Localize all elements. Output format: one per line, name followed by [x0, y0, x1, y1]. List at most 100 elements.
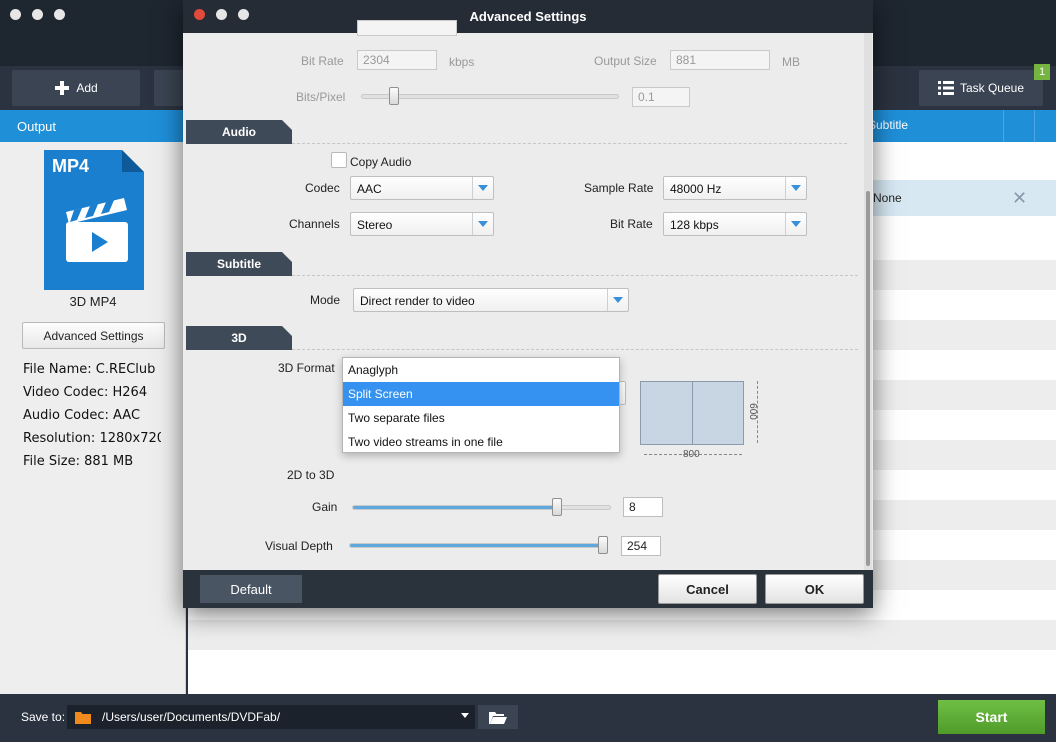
sample-rate-select[interactable]: 48000 Hz [663, 176, 807, 200]
video-bit-rate-label: Bit Rate [301, 54, 344, 68]
table-row[interactable] [188, 620, 1056, 650]
visual-depth-slider[interactable] [349, 543, 607, 548]
save-path-select[interactable]: /Users/user/Documents/DVDFab/ [67, 705, 475, 729]
video-codec-field-partial [357, 20, 457, 36]
audio-section-header: Audio [186, 120, 292, 144]
dialog-body: Bit Rate 2304 kbps Output Size 881 MB Bi… [183, 20, 873, 570]
3d-section-header: 3D [186, 326, 292, 350]
3d-format-option-split-screen[interactable]: Split Screen [343, 382, 619, 406]
output-header: Output [17, 119, 57, 134]
3d-format-option-two-video-streams[interactable]: Two video streams in one file [343, 430, 619, 454]
codec-label: Codec [305, 181, 340, 195]
audio-bit-rate-label: Bit Rate [610, 217, 653, 231]
add-label: Add [76, 81, 98, 95]
default-button[interactable]: Default [200, 575, 302, 603]
add-button[interactable]: Add [12, 70, 140, 106]
sample-rate-value: 48000 Hz [670, 182, 722, 196]
3d-format-option-anaglyph[interactable]: Anaglyph [343, 358, 619, 382]
advanced-settings-button[interactable]: Advanced Settings [22, 322, 165, 349]
close-x-icon[interactable]: ✕ [1012, 188, 1027, 209]
sample-rate-label: Sample Rate [584, 181, 654, 195]
gain-slider-fill [353, 506, 558, 509]
subtitle-column-header[interactable]: Subtitle [868, 118, 908, 132]
file-size-info: File Size: 881 MB [23, 454, 134, 469]
preview-width-label: 800 [683, 449, 700, 460]
bits-per-pixel-input[interactable]: 0.1 [632, 87, 690, 107]
save-to-label: Save to: [21, 710, 66, 724]
save-path-text: /Users/user/Documents/DVDFab/ [102, 710, 281, 724]
task-queue-button[interactable]: Task Queue [919, 70, 1043, 106]
audio-codec-value: AAC [357, 182, 382, 196]
output-size-input[interactable]: 881 [670, 50, 770, 70]
start-button[interactable]: Start [938, 700, 1045, 734]
section-divider [292, 275, 858, 276]
subtitle-mode-value: Direct render to video [360, 294, 475, 308]
video-codec-info: Video Codec: H264 [23, 385, 148, 400]
2d-to-3d-label: 2D to 3D [287, 468, 335, 482]
dropdown-arrow-icon [785, 213, 806, 235]
advanced-settings-dialog: Advanced Settings Bit Rate 2304 kbps Out… [183, 0, 873, 608]
task-queue-label: Task Queue [959, 81, 1025, 95]
bits-per-pixel-slider[interactable] [361, 94, 619, 99]
dropdown-arrow-icon [785, 177, 806, 199]
column-divider [1003, 110, 1004, 142]
bits-per-pixel-slider-handle[interactable] [389, 87, 399, 105]
preview-divider [692, 382, 693, 444]
preview-height-label: 600 [746, 403, 758, 420]
ok-button[interactable]: OK [765, 574, 864, 604]
window-close-button[interactable] [10, 9, 21, 20]
output-profile-panel: MP4 3D MP4 Advanced Settings File Name: … [0, 142, 186, 694]
dialog-scrollbar-thumb[interactable] [866, 191, 870, 566]
video-bit-rate-input[interactable]: 2304 [357, 50, 437, 70]
open-folder-icon [489, 712, 507, 724]
channels-label: Channels [289, 217, 340, 231]
section-divider [292, 143, 847, 144]
copy-audio-label: Copy Audio [350, 155, 412, 169]
resolution-info: Resolution: 1280x720 [23, 431, 161, 446]
output-size-unit: MB [782, 55, 800, 69]
bottom-bar: Save to: /Users/user/Documents/DVDFab/ S… [0, 694, 1056, 742]
dropdown-arrow-icon [461, 713, 469, 718]
output-size-label: Output Size [594, 54, 657, 68]
dialog-title: Advanced Settings [469, 9, 587, 24]
3d-format-option-two-separate-files[interactable]: Two separate files [343, 406, 619, 430]
subtitle-mode-select[interactable]: Direct render to video [353, 288, 629, 312]
file-name-info: File Name: C.REClub [23, 362, 156, 377]
gain-label: Gain [312, 500, 338, 514]
visual-depth-input[interactable]: 254 [621, 536, 661, 556]
window-zoom-button[interactable] [54, 9, 65, 20]
mode-label: Mode [310, 293, 341, 307]
copy-audio-checkbox[interactable] [331, 152, 347, 168]
task-queue-count-badge: 1 [1034, 64, 1050, 80]
subtitle-section-header: Subtitle [186, 252, 292, 276]
mp4-badge-text: MP4 [52, 156, 89, 176]
bits-per-pixel-label: Bits/Pixel [296, 90, 346, 104]
split-screen-preview [640, 381, 744, 445]
section-divider [292, 349, 858, 350]
toolbar-button-hidden[interactable] [154, 70, 184, 106]
cancel-button[interactable]: Cancel [658, 574, 757, 604]
visual-depth-slider-handle[interactable] [598, 536, 609, 554]
3d-format-label: 3D Format [278, 361, 335, 375]
audio-codec-select[interactable]: AAC [350, 176, 494, 200]
visual-depth-label: Visual Depth [265, 539, 333, 553]
dialog-titlebar: Advanced Settings [183, 0, 873, 33]
channels-select[interactable]: Stereo [350, 212, 494, 236]
dropdown-arrow-icon [472, 213, 493, 235]
window-minimize-button[interactable] [32, 9, 43, 20]
dialog-footer: Default Cancel OK [183, 570, 873, 608]
gain-slider-handle[interactable] [551, 498, 562, 516]
audio-bit-rate-select[interactable]: 128 kbps [663, 212, 807, 236]
audio-codec-info: Audio Codec: AAC [23, 408, 141, 423]
dropdown-arrow-icon [607, 289, 628, 311]
audio-bit-rate-value: 128 kbps [670, 218, 719, 232]
gain-input[interactable]: 8 [623, 497, 663, 517]
mp4-file-icon[interactable]: MP4 [44, 150, 144, 290]
profile-name: 3D MP4 [69, 294, 117, 309]
channels-value: Stereo [357, 218, 393, 232]
subtitle-value[interactable]: None [873, 191, 902, 205]
folder-icon [75, 712, 91, 724]
gain-slider[interactable] [352, 505, 611, 510]
task-queue-list-icon [937, 81, 954, 95]
browse-folder-button[interactable] [478, 705, 518, 729]
